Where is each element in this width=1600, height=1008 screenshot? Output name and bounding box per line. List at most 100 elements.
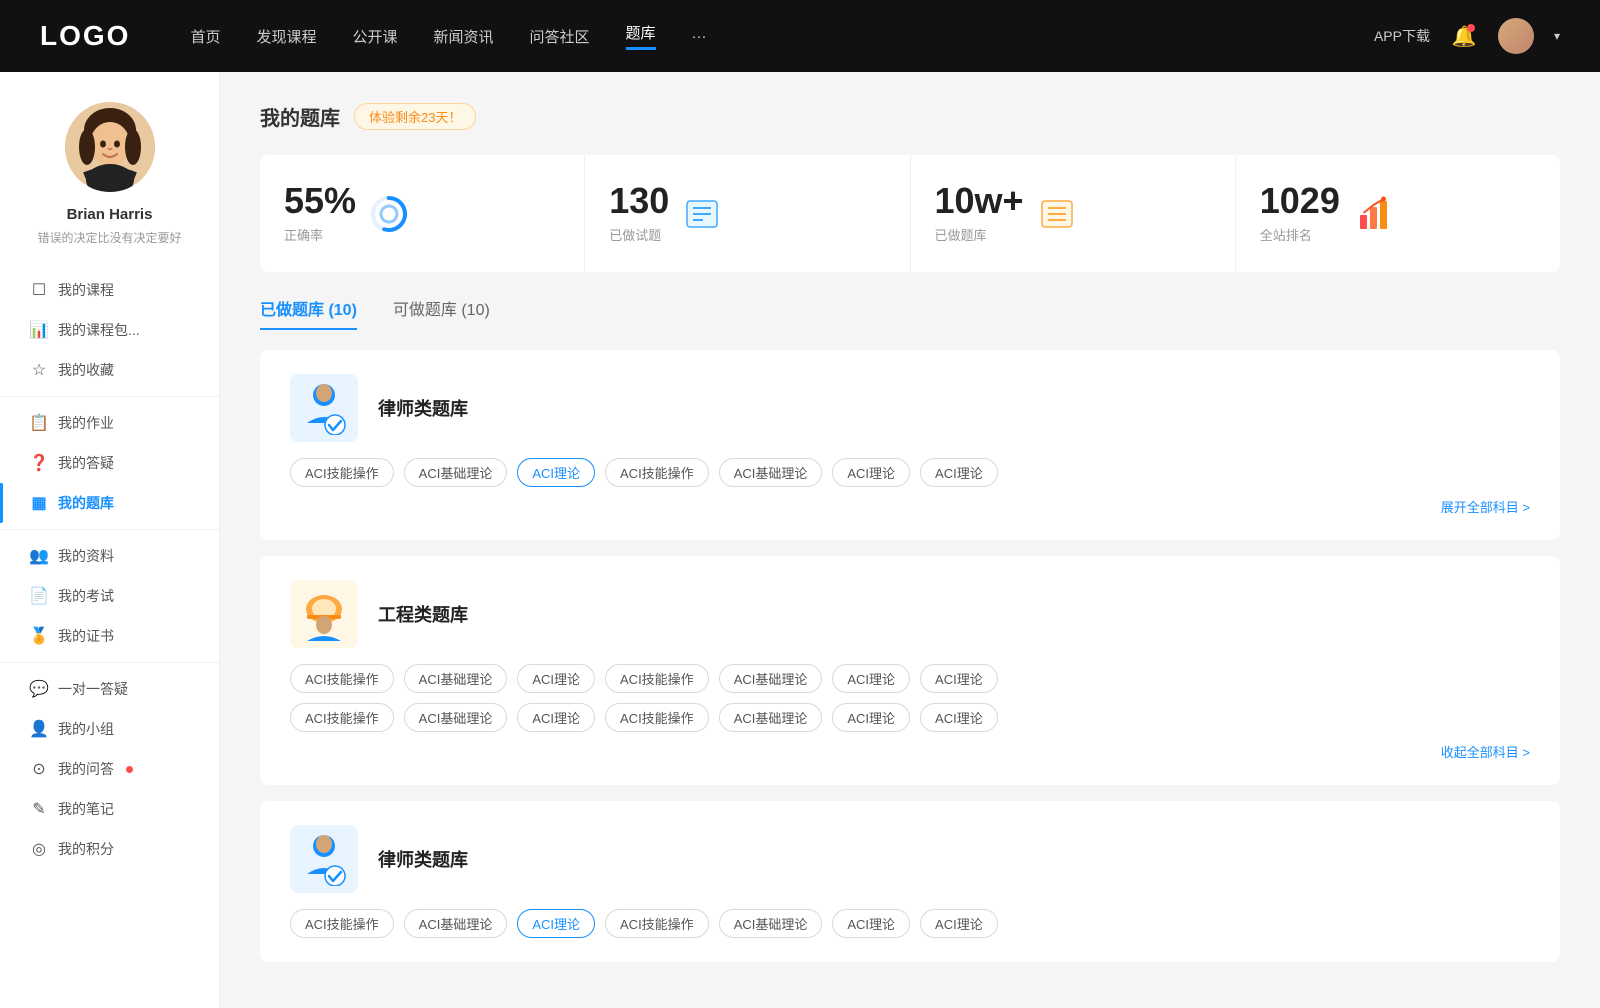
bank-tag[interactable]: ACI技能操作	[290, 909, 394, 938]
bank-tag[interactable]: ACI技能操作	[290, 703, 394, 732]
bank-tag[interactable]: ACI基础理论	[404, 703, 508, 732]
bank-tags-engineering-1: ACI技能操作 ACI基础理论 ACI理论 ACI技能操作 ACI基础理论 AC…	[290, 664, 1530, 693]
stats-bar: 55% 正确率 130 已做试题	[260, 155, 1560, 272]
bank-tag[interactable]: ACI理论	[832, 664, 910, 693]
bank-tag-active[interactable]: ACI理论	[517, 458, 595, 487]
sidebar-avatar	[65, 102, 155, 192]
bank-tag[interactable]: ACI基础理论	[404, 664, 508, 693]
bank-card-lawyer-2: 律师类题库 ACI技能操作 ACI基础理论 ACI理论 ACI技能操作 ACI基…	[260, 801, 1560, 962]
bank-tag[interactable]: ACI基础理论	[719, 664, 823, 693]
nav-qa[interactable]: 问答社区	[530, 26, 590, 47]
stat-accuracy: 55% 正确率	[260, 155, 585, 272]
bank-tag[interactable]: ACI技能操作	[605, 703, 709, 732]
stat-done-banks: 10w+ 已做题库	[911, 155, 1236, 272]
notification-bell[interactable]: 🔔	[1450, 22, 1478, 50]
bank-tag[interactable]: ACI基础理论	[719, 909, 823, 938]
sidebar-item-tutoring[interactable]: 💬 一对一答疑	[0, 669, 219, 709]
stat-done-questions-info: 130 已做试题	[609, 183, 669, 244]
sidebar-item-exam[interactable]: 📄 我的考试	[0, 576, 219, 616]
navbar-right: APP下载 🔔 ▾	[1374, 18, 1560, 54]
bank-card-footer-2: 收起全部科目 >	[290, 742, 1530, 761]
notification-dot	[126, 766, 133, 773]
file-icon: 📄	[30, 587, 48, 605]
tab-done[interactable]: 已做题库 (10)	[260, 296, 357, 330]
user-motto: 错误的决定比没有决定要好	[21, 229, 197, 246]
nav-news[interactable]: 新闻资讯	[434, 26, 494, 47]
sidebar-item-course-packages[interactable]: 📊 我的课程包...	[0, 310, 219, 350]
bank-tag[interactable]: ACI理论	[920, 909, 998, 938]
bank-tags-lawyer-1: ACI技能操作 ACI基础理论 ACI理论 ACI技能操作 ACI基础理论 AC…	[290, 458, 1530, 487]
bank-tag[interactable]: ACI基础理论	[719, 458, 823, 487]
bell-dot	[1467, 24, 1475, 32]
nav-questionbank[interactable]: 题库	[626, 22, 656, 50]
certificate-icon: 🏅	[30, 627, 48, 645]
bank-card-header-3: 律师类题库	[290, 825, 1530, 893]
tab-available[interactable]: 可做题库 (10)	[393, 296, 490, 330]
sidebar-item-favorites[interactable]: ☆ 我的收藏	[0, 350, 219, 390]
bank-tag[interactable]: ACI理论	[832, 703, 910, 732]
bank-card-engineering: 工程类题库 ACI技能操作 ACI基础理论 ACI理论 ACI技能操作 ACI基…	[260, 556, 1560, 785]
bank-card-header-1: 律师类题库	[290, 374, 1530, 442]
nav-links: 首页 发现课程 公开课 新闻资讯 问答社区 题库 ···	[190, 22, 1374, 50]
question2-icon: ⊙	[30, 760, 48, 778]
bank-tag[interactable]: ACI基础理论	[404, 909, 508, 938]
sidebar-item-certificate[interactable]: 🏅 我的证书	[0, 616, 219, 656]
stat-done-questions: 130 已做试题	[585, 155, 910, 272]
sidebar-item-courses[interactable]: ☐ 我的课程	[0, 270, 219, 310]
collapse-link[interactable]: 收起全部科目 >	[1441, 742, 1530, 761]
sidebar-item-group[interactable]: 👤 我的小组	[0, 709, 219, 749]
bank-tag[interactable]: ACI理论	[920, 458, 998, 487]
bank-tag[interactable]: ACI理论	[832, 909, 910, 938]
bank-tag[interactable]: ACI理论	[920, 664, 998, 693]
nav-more[interactable]: ···	[692, 28, 707, 45]
bank-tag[interactable]: ACI理论	[920, 703, 998, 732]
sidebar-item-profile[interactable]: 👥 我的资料	[0, 536, 219, 576]
lawyer-icon-2	[290, 825, 358, 893]
navbar: LOGO 首页 发现课程 公开课 新闻资讯 问答社区 题库 ··· APP下载 …	[0, 0, 1600, 72]
bank-tag[interactable]: ACI理论	[517, 703, 595, 732]
sidebar: Brian Harris 错误的决定比没有决定要好 ☐ 我的课程 📊 我的课程包…	[0, 72, 220, 1008]
bank-tag[interactable]: ACI技能操作	[605, 664, 709, 693]
bank-tag[interactable]: ACI理论	[832, 458, 910, 487]
avatar[interactable]	[1498, 18, 1534, 54]
banks-icon	[1038, 195, 1076, 233]
sidebar-item-homework[interactable]: 📋 我的作业	[0, 403, 219, 443]
stat-accuracy-info: 55% 正确率	[284, 183, 356, 244]
user-name: Brian Harris	[67, 206, 153, 223]
bank-tag[interactable]: ACI技能操作	[605, 458, 709, 487]
stat-rank-label: 全站排名	[1260, 225, 1340, 244]
app-download[interactable]: APP下载	[1374, 26, 1430, 46]
avatar-dropdown-arrow[interactable]: ▾	[1554, 29, 1560, 43]
bank-tags-engineering-2: ACI技能操作 ACI基础理论 ACI理论 ACI技能操作 ACI基础理论 AC…	[290, 703, 1530, 732]
stat-rank-value: 1029	[1260, 183, 1340, 219]
question-icon: ❓	[30, 454, 48, 472]
bank-tag-active[interactable]: ACI理论	[517, 909, 595, 938]
tab-bar: 已做题库 (10) 可做题库 (10)	[260, 296, 1560, 330]
bank-tag[interactable]: ACI理论	[517, 664, 595, 693]
stat-done-banks-info: 10w+ 已做题库	[935, 183, 1024, 244]
logo[interactable]: LOGO	[40, 20, 130, 52]
nav-discover[interactable]: 发现课程	[256, 26, 316, 47]
sidebar-item-points[interactable]: ◎ 我的积分	[0, 829, 219, 869]
sidebar-item-qa[interactable]: ❓ 我的答疑	[0, 443, 219, 483]
expand-link-1[interactable]: 展开全部科目 >	[1441, 497, 1530, 516]
bank-tag[interactable]: ACI技能操作	[605, 909, 709, 938]
stat-done-questions-value: 130	[609, 183, 669, 219]
stat-done-banks-value: 10w+	[935, 183, 1024, 219]
page-header: 我的题库 体验剩余23天！	[260, 102, 1560, 131]
bank-tag[interactable]: ACI技能操作	[290, 664, 394, 693]
nav-public[interactable]: 公开课	[352, 26, 397, 47]
bank-tag[interactable]: ACI基础理论	[719, 703, 823, 732]
sidebar-item-myqa[interactable]: ⊙ 我的问答	[0, 749, 219, 789]
bank-tag[interactable]: ACI技能操作	[290, 458, 394, 487]
divider-2	[0, 529, 219, 530]
bank-tag[interactable]: ACI基础理论	[404, 458, 508, 487]
stat-accuracy-value: 55%	[284, 183, 356, 219]
sidebar-item-questionbank[interactable]: ▦ 我的题库	[0, 483, 219, 523]
grid-icon: ▦	[30, 494, 48, 512]
nav-home[interactable]: 首页	[190, 26, 220, 47]
sidebar-item-notes[interactable]: ✎ 我的笔记	[0, 789, 219, 829]
bank-title-lawyer-1: 律师类题库	[378, 395, 468, 421]
divider-3	[0, 662, 219, 663]
clipboard-icon: 📋	[30, 414, 48, 432]
